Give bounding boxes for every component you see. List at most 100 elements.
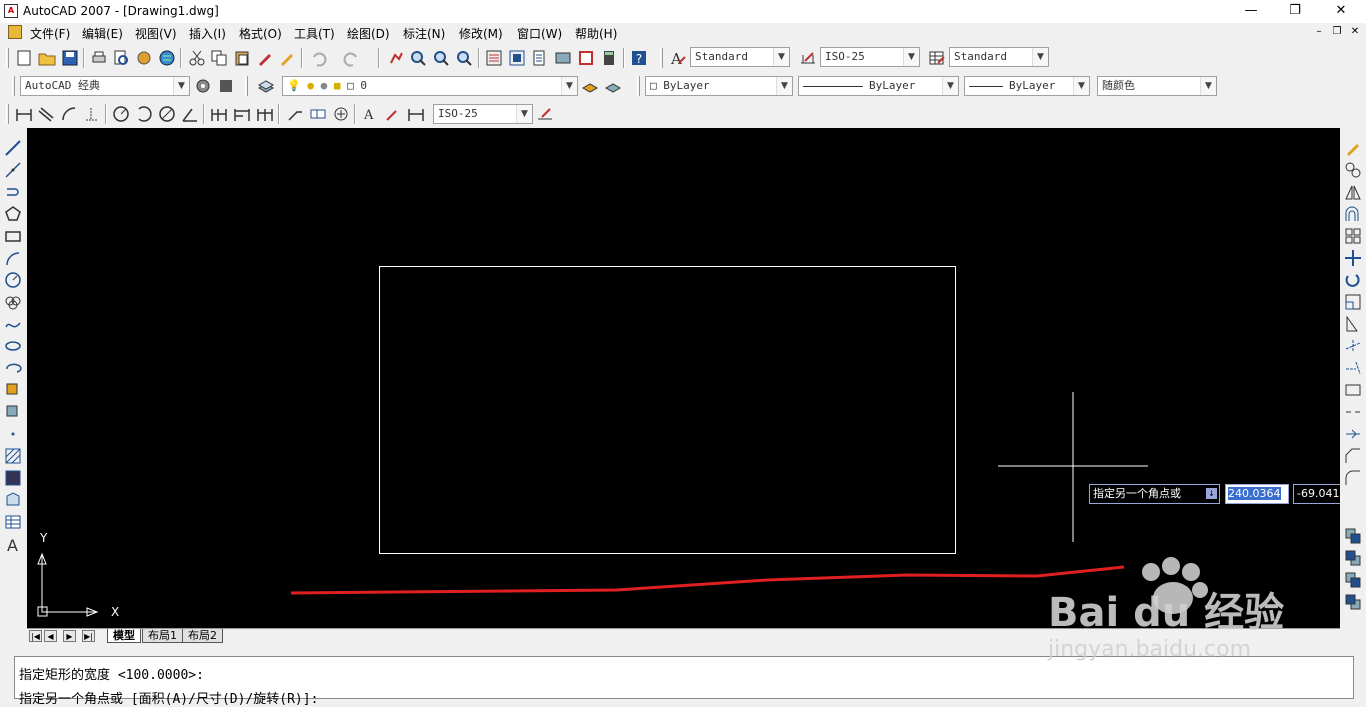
continue-dimension-icon[interactable]: [255, 104, 275, 124]
options-down-icon[interactable]: ↓: [1206, 488, 1217, 499]
open-icon[interactable]: [37, 48, 57, 68]
layer-previous-icon[interactable]: [603, 76, 623, 96]
close-button[interactable]: ✕: [1318, 0, 1364, 23]
arc-length-icon[interactable]: [59, 104, 79, 124]
tab-layout2[interactable]: 布局2: [182, 629, 223, 643]
command-history[interactable]: 指定矩形的宽度 <100.0000>: 指定另一个角点或 [面积(A)/尺寸(D…: [14, 656, 1354, 707]
dim-style-icon[interactable]: [798, 48, 818, 68]
polygon-icon[interactable]: [3, 204, 23, 224]
scale-icon[interactable]: [1343, 292, 1363, 312]
jogged-dimension-icon[interactable]: [134, 104, 154, 124]
menu-draw[interactable]: 绘图(D): [347, 25, 390, 42]
publish-icon[interactable]: [134, 48, 154, 68]
dynamic-input-y[interactable]: -69.0416: [1293, 484, 1340, 504]
plot-style-select[interactable]: 随颜色 ▼: [1097, 76, 1217, 96]
hatch-icon[interactable]: [3, 446, 23, 466]
break-at-point-icon[interactable]: [1343, 380, 1363, 400]
dimension-style-select[interactable]: ISO-25 ▼: [433, 104, 533, 124]
plot-icon[interactable]: [89, 48, 109, 68]
doc-restore-icon[interactable]: ❐: [1330, 26, 1344, 37]
menu-window[interactable]: 窗口(W): [517, 25, 562, 42]
toolbar-grip[interactable]: [6, 48, 9, 68]
cut-icon[interactable]: [187, 48, 207, 68]
erase-icon[interactable]: [1343, 138, 1363, 158]
mirror-icon[interactable]: [1343, 182, 1363, 202]
drawing-canvas[interactable]: Y X 指定另一个角点或↓ 240.0364 -69.0416: [27, 128, 1340, 628]
paste-icon[interactable]: [232, 48, 252, 68]
help-icon[interactable]: ?: [629, 48, 649, 68]
menu-modify[interactable]: 修改(M): [459, 25, 503, 42]
draw-order-above-icon[interactable]: [1343, 570, 1363, 590]
menu-format[interactable]: 格式(O): [239, 25, 282, 42]
move-icon[interactable]: [1343, 248, 1363, 268]
draw-order-front-icon[interactable]: [1343, 526, 1363, 546]
dimension-style-manager-icon[interactable]: [535, 104, 555, 124]
redo-icon[interactable]: [342, 48, 362, 68]
offset-icon[interactable]: [1343, 204, 1363, 224]
zoom-window-icon[interactable]: [431, 48, 451, 68]
calculator-icon[interactable]: [599, 48, 619, 68]
block-editor-icon[interactable]: [277, 48, 297, 68]
region-icon[interactable]: [3, 490, 23, 510]
workspace-settings-icon[interactable]: [193, 76, 213, 96]
dimension-edit-icon[interactable]: A: [360, 104, 380, 124]
autocad-app-icon[interactable]: A: [4, 4, 18, 18]
table-icon[interactable]: [3, 512, 23, 532]
web-publish-icon[interactable]: [157, 48, 177, 68]
ellipse-icon[interactable]: [3, 336, 23, 356]
undo-icon[interactable]: [308, 48, 328, 68]
radius-dimension-icon[interactable]: [111, 104, 131, 124]
dim-style-select[interactable]: ISO-25 ▼: [820, 47, 920, 67]
array-icon[interactable]: [1343, 226, 1363, 246]
table-style-icon[interactable]: [927, 48, 947, 68]
gradient-icon[interactable]: [3, 468, 23, 488]
layer-select[interactable]: 💡 ● ● ■ □ 0 ▼: [282, 76, 578, 96]
arc-icon[interactable]: [3, 248, 23, 268]
draw-order-under-icon[interactable]: [1343, 592, 1363, 612]
rotate-icon[interactable]: [1343, 270, 1363, 290]
ellipse-arc-icon[interactable]: [3, 358, 23, 378]
trim-icon[interactable]: [1343, 336, 1363, 356]
angular-dimension-icon[interactable]: [180, 104, 200, 124]
join-icon[interactable]: [1343, 424, 1363, 444]
copy-object-icon[interactable]: [1343, 160, 1363, 180]
break-icon[interactable]: [1343, 402, 1363, 422]
revision-cloud-icon[interactable]: [3, 292, 23, 312]
doc-close-icon[interactable]: ✕: [1348, 26, 1362, 37]
next-tab-icon[interactable]: ▶: [63, 630, 76, 642]
stretch-icon[interactable]: [1343, 314, 1363, 334]
line-icon[interactable]: [3, 138, 23, 158]
construction-line-icon[interactable]: [3, 160, 23, 180]
layer-manager-icon[interactable]: [256, 76, 276, 96]
center-mark-icon[interactable]: [331, 104, 351, 124]
lineweight-select[interactable]: ByLayer ▼: [964, 76, 1090, 96]
insert-block-icon[interactable]: [3, 380, 23, 400]
pan-realtime-icon[interactable]: [386, 48, 406, 68]
dimension-text-edit-icon[interactable]: [383, 104, 403, 124]
menu-dimension[interactable]: 标注(N): [403, 25, 445, 42]
doc-minimize-icon[interactable]: –: [1312, 26, 1326, 37]
dimension-update-icon[interactable]: [406, 104, 426, 124]
quick-dimension-icon[interactable]: [209, 104, 229, 124]
zoom-previous-icon[interactable]: [454, 48, 474, 68]
extend-icon[interactable]: [1343, 358, 1363, 378]
dynamic-input-x[interactable]: 240.0364: [1225, 484, 1289, 504]
text-style-select[interactable]: Standard ▼: [690, 47, 790, 67]
copy-icon[interactable]: [209, 48, 229, 68]
tool-palettes-icon[interactable]: [530, 48, 550, 68]
point-icon[interactable]: [3, 424, 23, 444]
match-properties-icon[interactable]: [255, 48, 275, 68]
tab-model[interactable]: 模型: [107, 629, 141, 643]
workspace-select[interactable]: AutoCAD 经典 ▼: [20, 76, 190, 96]
design-center-icon[interactable]: [507, 48, 527, 68]
restore-button[interactable]: ❐: [1272, 0, 1318, 23]
document-icon[interactable]: [8, 25, 22, 39]
menu-help[interactable]: 帮助(H): [575, 25, 617, 42]
markup-icon[interactable]: [576, 48, 596, 68]
ordinate-dimension-icon[interactable]: [82, 104, 102, 124]
menu-edit[interactable]: 编辑(E): [82, 25, 123, 42]
menu-view[interactable]: 视图(V): [135, 25, 177, 42]
table-style-select[interactable]: Standard ▼: [949, 47, 1049, 67]
tolerance-icon[interactable]: [308, 104, 328, 124]
zoom-realtime-icon[interactable]: [408, 48, 428, 68]
